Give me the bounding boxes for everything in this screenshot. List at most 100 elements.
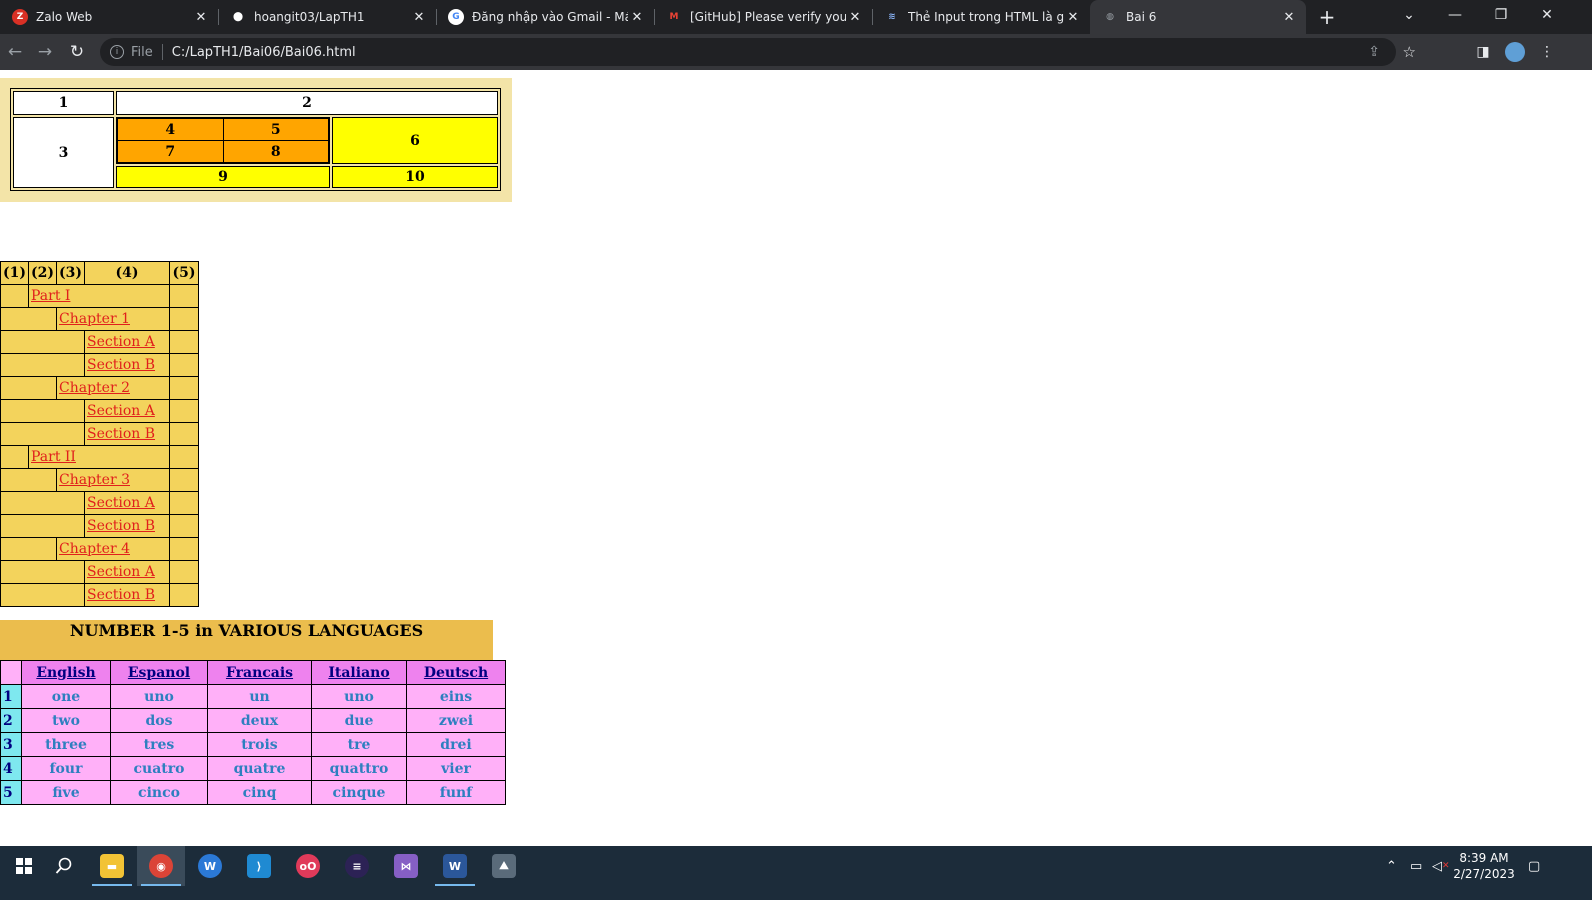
tab-close-icon[interactable]: ✕ — [846, 10, 864, 25]
profile-avatar[interactable] — [1503, 40, 1527, 64]
github-icon: ⬤ — [232, 12, 244, 22]
outline-link[interactable]: Section A — [87, 495, 155, 511]
language-header: Espanol — [110, 660, 208, 685]
table-row: 2 two dos deux due zwei — [0, 708, 506, 733]
taskbar-app-4[interactable]: ⟩ — [235, 846, 283, 886]
outline-item: Chapter 2 — [56, 376, 170, 400]
outline-link[interactable]: Section B — [87, 518, 155, 534]
bookmark-star-icon[interactable]: ☆ — [1403, 43, 1416, 61]
col5-cell — [169, 422, 199, 446]
word-icon: W — [443, 854, 467, 878]
tab-1[interactable]: Z Zalo Web ✕ — [0, 0, 218, 34]
taskbar-app-3[interactable]: W — [186, 846, 234, 886]
table-row: Chapter 1 — [0, 307, 199, 331]
new-tab-button[interactable]: + — [1312, 0, 1342, 34]
indent-cell — [0, 514, 85, 538]
indent-cell — [0, 284, 29, 308]
outline-link[interactable]: Part II — [31, 449, 76, 465]
word-cell: deux — [207, 708, 312, 733]
word-cell: quattro — [311, 756, 407, 781]
taskbar-app-8[interactable]: W — [431, 846, 479, 886]
outline-link[interactable]: Section A — [87, 564, 155, 580]
side-panel-icon[interactable]: ◨ — [1471, 40, 1495, 64]
word-cell: quatre — [207, 756, 312, 781]
nested-table-cell: 4 5 7 8 — [116, 117, 330, 164]
outline-item: Section A — [84, 330, 170, 354]
volume-muted-icon[interactable]: ◁ ✕ — [1432, 846, 1450, 886]
cell-3: 3 — [13, 117, 114, 188]
outline-link[interactable]: Chapter 1 — [59, 311, 130, 327]
forward-icon[interactable]: → — [32, 39, 58, 65]
word-cell: five — [21, 780, 111, 805]
word-cell: un — [207, 684, 312, 709]
address-bar[interactable]: i File C:/LapTH1/Bai06/Bai06.html ⇪ ☆ — [100, 38, 1416, 66]
outline-link[interactable]: Section B — [87, 426, 155, 442]
word-cell: vier — [406, 756, 506, 781]
table-row: Section A — [0, 560, 199, 584]
outline-link[interactable]: Section B — [87, 587, 155, 603]
tab-divider — [436, 9, 437, 25]
browser-toolbar: ← → ↻ i File C:/LapTH1/Bai06/Bai06.html … — [0, 34, 1592, 70]
table-row: Chapter 2 — [0, 376, 199, 400]
network-icon[interactable]: ▭ — [1410, 846, 1422, 886]
outline-link[interactable]: Section A — [87, 334, 155, 350]
col5-cell — [169, 353, 199, 377]
tab-close-icon[interactable]: ✕ — [1064, 10, 1082, 25]
languages-caption: NUMBER 1-5 in VARIOUS LANGUAGES — [0, 620, 493, 660]
tab-close-icon[interactable]: ✕ — [628, 10, 646, 25]
outline-link[interactable]: Chapter 2 — [59, 380, 130, 396]
app-w-icon: W — [198, 854, 222, 878]
notifications-icon[interactable]: ▢ — [1528, 846, 1540, 886]
outline-link[interactable]: Chapter 3 — [59, 472, 130, 488]
indent-cell — [0, 468, 57, 492]
indent-cell — [0, 307, 57, 331]
tab-3[interactable]: G Đăng nhập vào Gmail - Máy t✕ — [436, 0, 654, 34]
indent-cell — [0, 583, 85, 607]
tab-4[interactable]: M [GitHub] Please verify your de✕ — [654, 0, 872, 34]
tab-close-icon[interactable]: ✕ — [1280, 10, 1298, 25]
taskbar-app-1[interactable]: ▬ — [88, 846, 136, 886]
tray-chevron-icon[interactable]: ⌃ — [1386, 846, 1397, 886]
taskbar-app-9[interactable]: ⛰ — [480, 846, 528, 886]
clock-time: 8:39 AM — [1459, 851, 1509, 865]
reload-icon[interactable]: ↻ — [64, 39, 90, 65]
taskbar-app-7[interactable]: ⋈ — [382, 846, 430, 886]
menu-icon[interactable]: ⋮ — [1535, 40, 1559, 64]
col5-cell — [169, 537, 199, 561]
search-icon[interactable] — [40, 846, 88, 886]
indent-cell — [0, 399, 85, 423]
tab-close-icon[interactable]: ✕ — [192, 10, 210, 25]
word-cell: tre — [311, 732, 407, 757]
indent-cell — [0, 330, 85, 354]
eclipse-icon: ≡ — [345, 854, 369, 878]
word-cell: cinque — [311, 780, 407, 805]
outline-link[interactable]: Chapter 4 — [59, 541, 130, 557]
outline-item: Part II — [28, 445, 170, 469]
share-icon[interactable]: ⇪ — [1368, 44, 1380, 60]
outline-link[interactable]: Part I — [31, 288, 70, 304]
tab-2[interactable]: ⬤ hoangit03/LapTH1 ✕ — [218, 0, 436, 34]
outline-link[interactable]: Section B — [87, 357, 155, 373]
outline-item: Section A — [84, 491, 170, 515]
back-icon[interactable]: ← — [2, 39, 28, 65]
layers-icon: ≋ — [888, 12, 896, 22]
taskbar-app-6[interactable]: ≡ — [333, 846, 381, 886]
info-icon[interactable]: i — [110, 45, 124, 59]
minimize-icon[interactable]: — — [1432, 0, 1478, 30]
system-clock[interactable]: 8:39 AM 2/27/2023 — [1448, 850, 1520, 882]
close-window-icon[interactable]: ✕ — [1524, 0, 1570, 30]
tab-search-icon[interactable]: ⌄ — [1386, 0, 1432, 30]
tab-close-icon[interactable]: ✕ — [410, 10, 428, 25]
taskbar-app-5[interactable]: oO — [284, 846, 332, 886]
restore-icon[interactable]: ❐ — [1478, 0, 1524, 30]
cell-8: 8 — [222, 140, 329, 163]
tab-5[interactable]: ≋ Thẻ Input trong HTML là gì? T✕ — [872, 0, 1090, 34]
outline-link[interactable]: Section A — [87, 403, 155, 419]
url-text[interactable]: C:/LapTH1/Bai06/Bai06.html — [172, 45, 356, 60]
tab-6[interactable]: ◍ Bai 6 ✕ — [1090, 0, 1306, 34]
taskbar-app-2[interactable]: ◉ — [137, 846, 185, 886]
col5-cell — [169, 514, 199, 538]
language-header: Italiano — [311, 660, 407, 685]
indent-cell — [0, 537, 57, 561]
windows-taskbar: ▬ ◉ W ⟩ oO ≡ ⋈ W ⛰ ⌃ ▭ ◁ ✕ 8:39 AM 2/27/2023 ▢ — [0, 846, 1592, 900]
